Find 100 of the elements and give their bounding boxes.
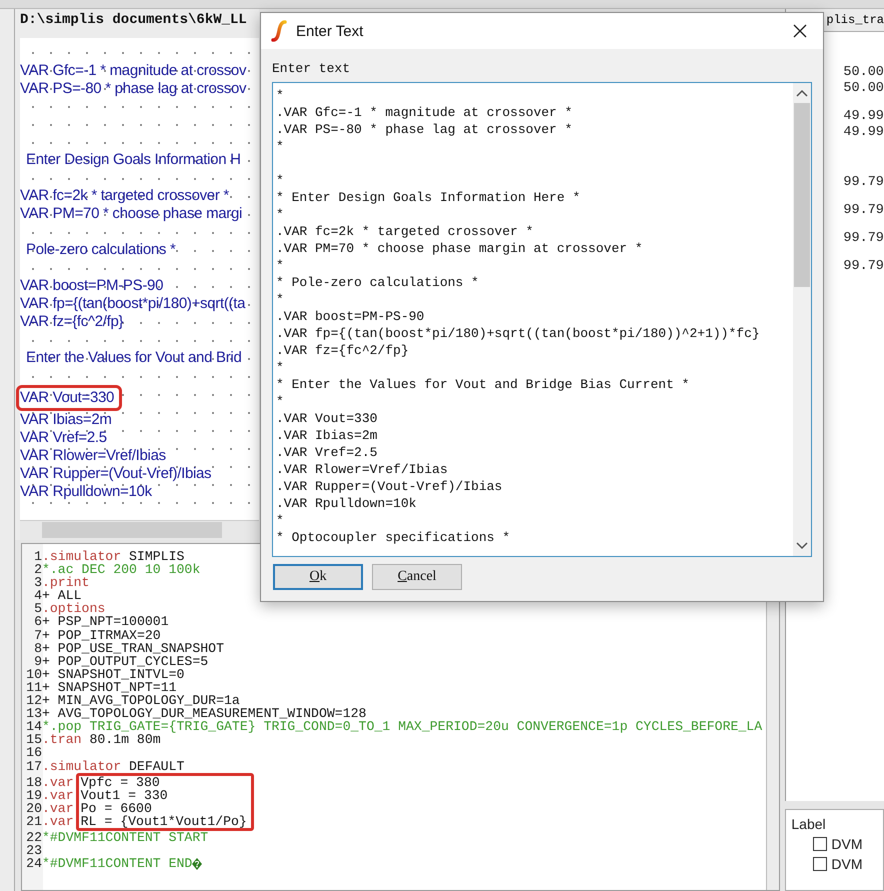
schematic-text: Pole-zero calculations * — [24, 241, 176, 260]
text-line: * Pole-zero calculations * — [276, 274, 479, 291]
schematic-text: VAR Rlower=Vref/Ibias — [20, 447, 166, 466]
checkbox-label: DVM — [831, 836, 863, 852]
text-line: .VAR Vout=330 — [276, 410, 378, 427]
text-line: .VAR fc=2k * targeted crossover * — [276, 223, 534, 240]
text-line: .VAR boost=PM-PS-90 — [276, 308, 424, 325]
code-text: Po = 6600 — [80, 802, 152, 815]
line-number: 6 — [33, 615, 42, 629]
code-comment: *#DVMF11CONTENT START — [42, 830, 208, 844]
code-comment: *.pop TRIG_GATE={TRIG_GATE} TRIG_COND=0_TO_1 MAX_PERIOD=20u CONVERGENCE=1p CYCLES_BEFORE_LA — [42, 720, 762, 734]
line-number: 10 — [25, 668, 42, 681]
line-number: 11 — [25, 680, 42, 694]
line-number: 14 — [25, 720, 42, 734]
checkbox-label: DVM — [831, 856, 863, 872]
value-text: 50.00 — [843, 65, 884, 81]
code-text: + ALL — [42, 589, 82, 602]
text-line: * — [276, 206, 284, 223]
value-text: 99.79 — [843, 231, 884, 247]
text-line: * Enter Design Goals Information Here * — [276, 189, 580, 206]
value-text: 99.79 — [843, 175, 884, 191]
schematic-text: VAR fp={(tan(boost*pi/180)+sqrt((ta — [20, 295, 246, 314]
text-line: * — [276, 87, 284, 104]
line-number: 15 — [25, 733, 42, 746]
code-keyword: .options — [42, 602, 106, 616]
code-text: + PSP_NPT=100001 — [42, 615, 169, 629]
schematic-text: VAR Rupper=(Vout-Vref)/Ibias — [20, 465, 212, 484]
code-text: Vout1 = 330 — [80, 788, 168, 802]
code-text: + SNAPSHOT_NPT=11 — [42, 680, 177, 694]
code-keyword: .tran — [42, 733, 82, 746]
text-line: .VAR PM=70 * choose phase margin at crossover * — [276, 240, 643, 257]
close-icon[interactable] — [793, 24, 807, 38]
line-number: 2 — [33, 563, 42, 576]
code-keyword: .simulator — [42, 760, 122, 773]
text-line: .VAR Gfc=-1 * magnitude at crossover * — [276, 104, 572, 121]
line-number: 22 — [25, 830, 42, 844]
code-keyword: .var — [42, 776, 74, 789]
schematic-text: VAR Gfc=-1 * magnitude at crossov — [20, 62, 246, 80]
panel-heading: Label — [791, 816, 827, 832]
field-label: Enter text — [272, 61, 350, 76]
chevron-icon[interactable] — [796, 542, 808, 550]
checkbox[interactable] — [813, 857, 828, 871]
checkbox[interactable] — [813, 837, 828, 851]
chevron-icon[interactable] — [796, 89, 808, 97]
code-text: + POP_USE_TRAN_SNAPSHOT — [42, 642, 224, 655]
window-title: D:\simplis documents\6kW_LL — [18, 10, 248, 30]
value-text: 99.79 — [843, 259, 884, 275]
code-keyword: .var — [42, 802, 74, 815]
code-text: + POP_OUTPUT_CYCLES=5 — [42, 654, 208, 668]
scrollbar-thumb[interactable] — [794, 103, 810, 287]
text-line: * — [276, 291, 284, 308]
text-line: .VAR Ibias=2m — [276, 427, 378, 444]
text-line: * — [276, 257, 284, 274]
line-number: 24 — [25, 857, 42, 870]
text-line: .VAR Rlower=Vref/Ibias — [276, 461, 448, 478]
code-text: + POP_ITRMAX=20 — [42, 628, 161, 642]
text-line: .VAR Rpulldown=10k — [276, 495, 416, 512]
value-text: 50.00 — [843, 81, 884, 97]
dialog-title: Enter Text — [296, 22, 364, 40]
code-comment: *.ac DEC 200 10 100k — [42, 563, 200, 576]
text-input-field[interactable] — [272, 82, 812, 557]
code-keyword: .var — [42, 814, 74, 828]
code-keyword: .var — [42, 788, 74, 802]
text-line: * Optocoupler specifications * — [276, 529, 510, 546]
value-text: 49.99 — [843, 109, 884, 125]
code-keyword: .print — [42, 576, 90, 590]
line-number: 13 — [25, 707, 42, 720]
scrollbar[interactable] — [20, 520, 259, 540]
code-text: + MIN_AVG_TOPOLOGY_DUR=1a — [42, 694, 240, 708]
line-number: 12 — [25, 694, 42, 708]
schematic-text: VAR boost=PM-PS-90 — [20, 277, 164, 296]
text-line: .VAR Rupper=(Vout-Vref)/Ibias — [276, 478, 502, 495]
line-number: 17 — [25, 760, 42, 773]
text-line: * — [276, 359, 284, 376]
line-number: 5 — [33, 602, 42, 616]
text-line: * — [276, 512, 284, 529]
dialog-button[interactable]: Ok — [273, 564, 363, 590]
schematic-text: VAR Rpulldown=10k — [20, 483, 152, 502]
code-text: SIMPLIS — [129, 550, 184, 564]
text-line: .VAR Vref=2.5 — [276, 444, 378, 461]
line-number: 9 — [33, 654, 42, 668]
dialog-button[interactable]: Cancel — [372, 564, 462, 590]
value-text: 99.79 — [843, 203, 884, 219]
schematic-text: Enter the Values for Vout and Brid — [24, 349, 242, 368]
code-text: DEFAULT — [129, 760, 184, 773]
code-text: RL = {Vout1*Vout1/Po} — [80, 814, 247, 828]
code-text: + SNAPSHOT_INTVL=0 — [42, 668, 184, 681]
line-number: 7 — [33, 628, 42, 642]
line-number: 19 — [25, 788, 42, 802]
schematic-text: VAR fc=2k * targeted crossover * — [20, 187, 229, 206]
line-number: 16 — [25, 746, 42, 760]
line-number: 20 — [25, 802, 42, 815]
text-line: * Enter the Values for Vout and Bridge Bias Current * — [276, 376, 690, 393]
line-number: 21 — [25, 814, 42, 828]
app-logo-icon — [271, 20, 287, 42]
schematic-text: VAR PM=70 * choose phase margi — [20, 205, 242, 224]
line-number: 1 — [33, 550, 42, 564]
text-line: .VAR fz={fc^2/fp} — [276, 342, 409, 359]
schematic-text: VAR PS=-80 * phase lag at crossov — [20, 80, 246, 98]
line-number: 3 — [33, 576, 42, 590]
